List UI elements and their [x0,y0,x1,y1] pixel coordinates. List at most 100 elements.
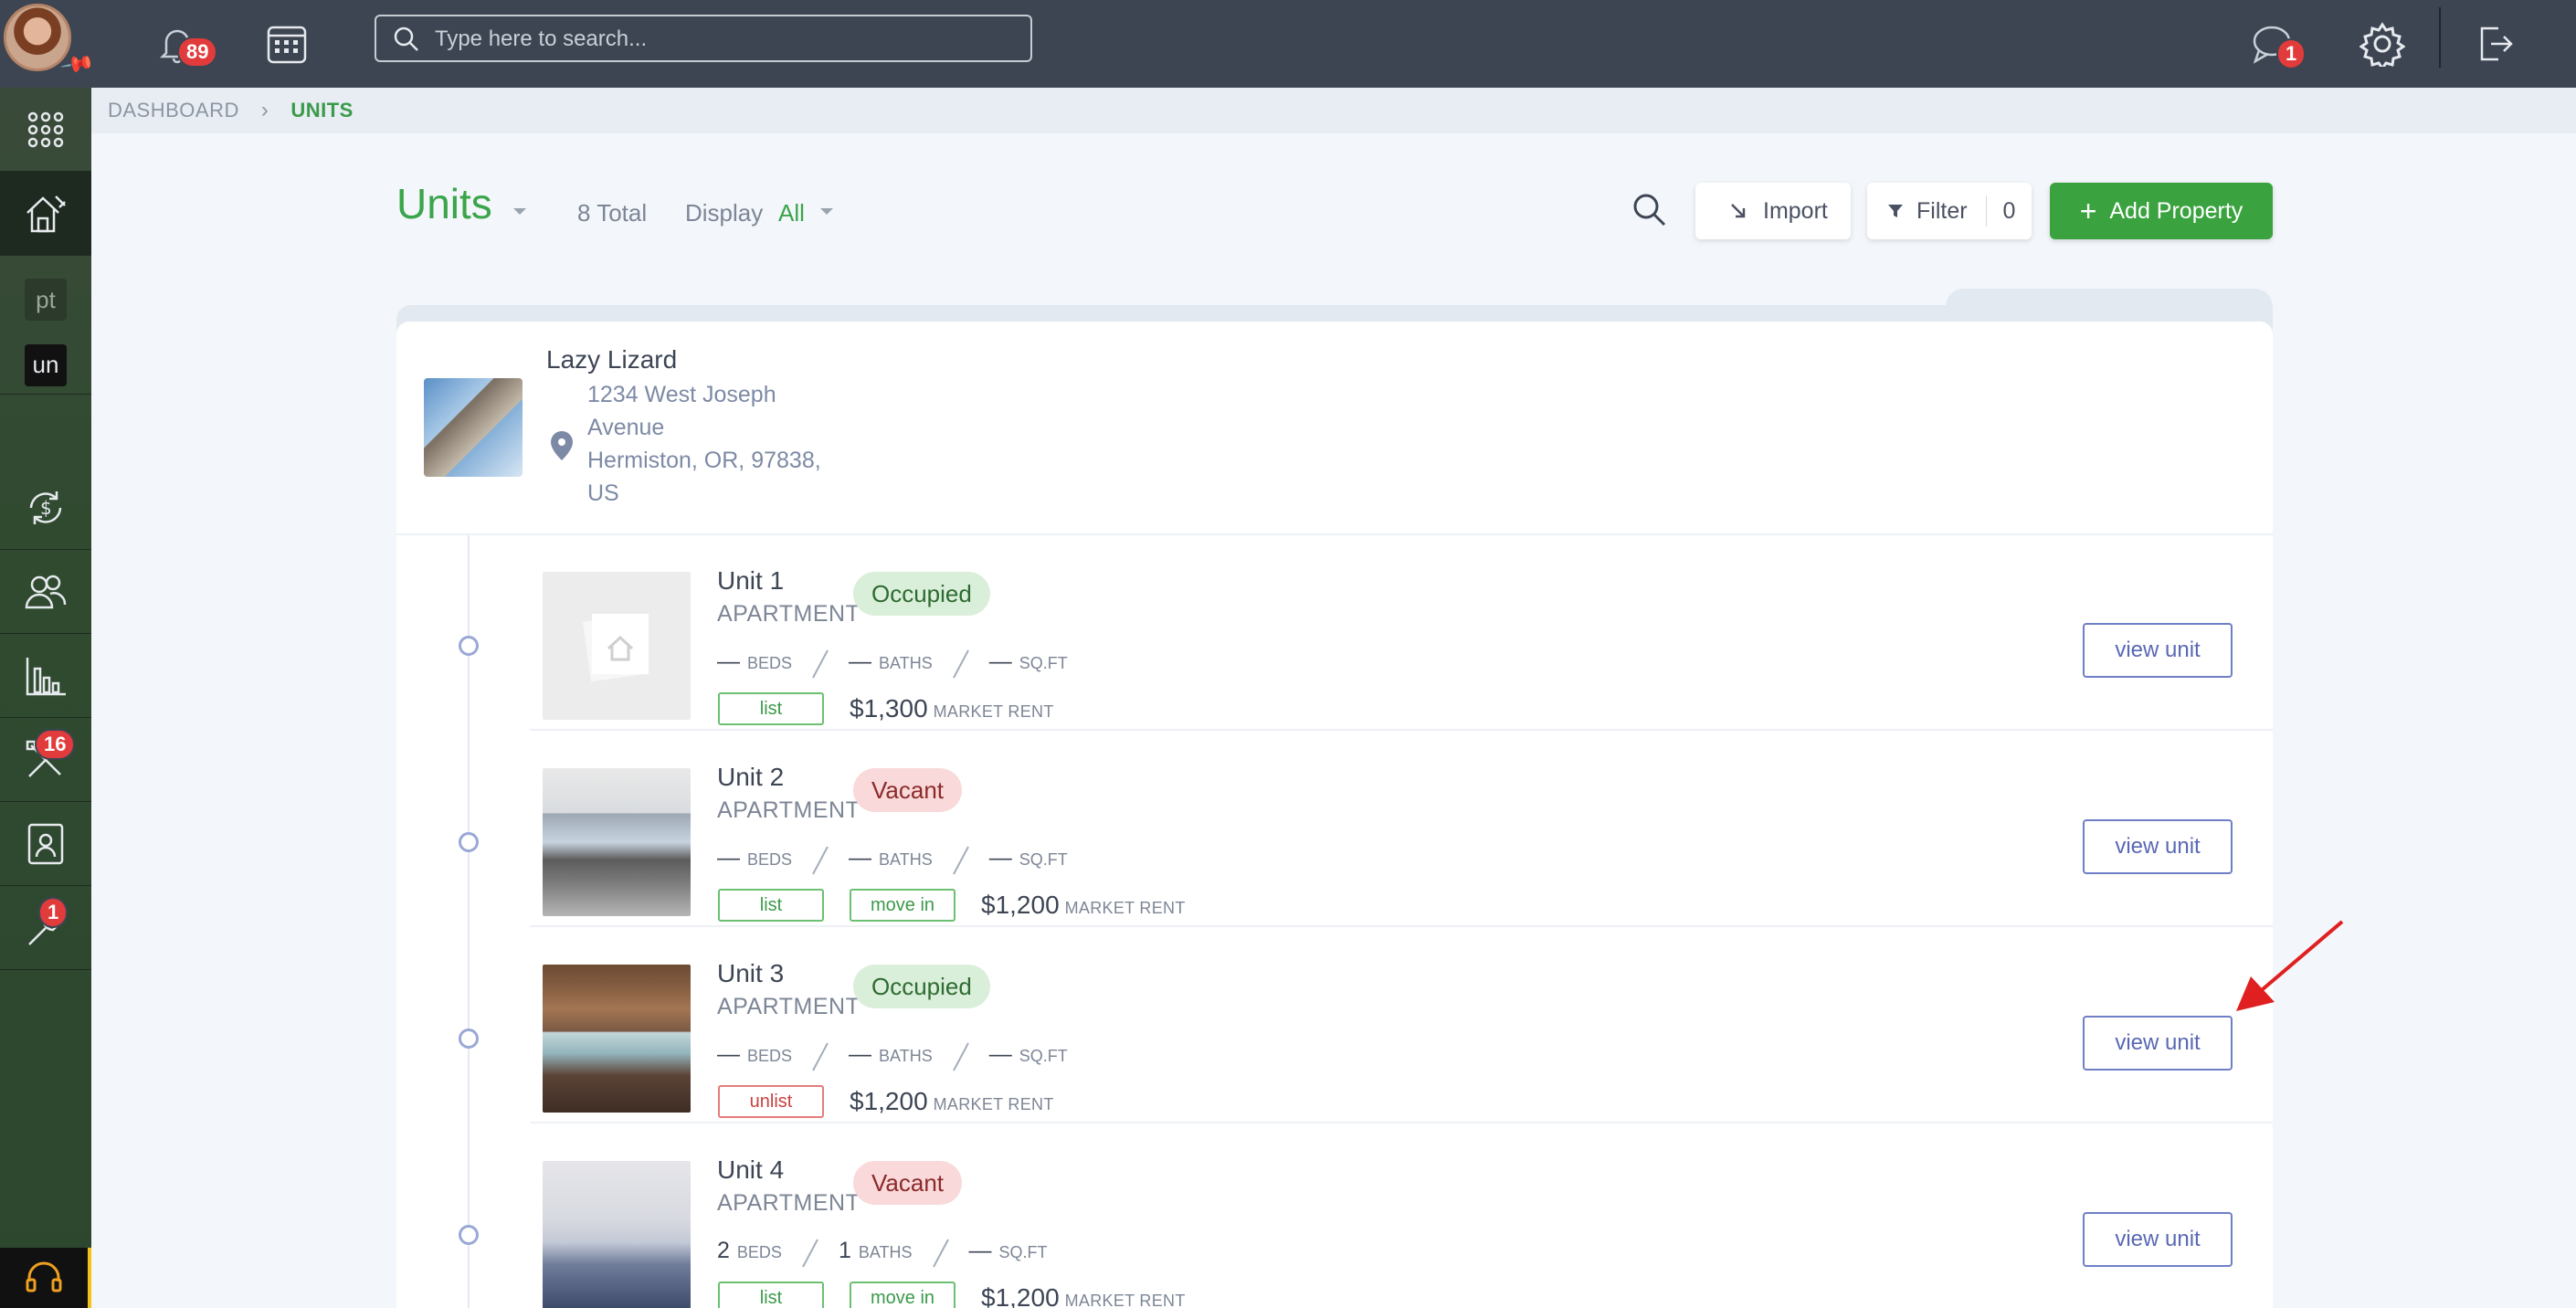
sqft-label: SQ.FT [1019,1047,1068,1065]
import-button[interactable]: Import [1695,183,1851,239]
property-image[interactable] [424,378,523,477]
sqft-value: — [988,1041,1012,1067]
import-arrow-icon [1731,204,1746,218]
sidebar: pt un $ 16 1 [0,88,91,1308]
sqft-value: — [968,1238,992,1263]
breadcrumb-units: UNITS [290,99,354,121]
search-input[interactable] [435,24,1001,55]
timeline-dot [459,1028,479,1049]
baths-label: BATHS [879,654,933,672]
sidebar-item-tools[interactable]: 1 [0,886,91,970]
add-property-button[interactable]: + Add Property [2050,183,2273,239]
sidebar-item-payments[interactable]: $ [0,466,91,550]
display-dropdown[interactable]: All [778,199,805,227]
display-label: Display [685,199,764,227]
search-box[interactable] [375,15,1032,62]
messages-button[interactable]: 1 [2245,16,2307,71]
list-button[interactable]: list [718,1282,824,1308]
rent-value: $1,200 [981,891,1060,919]
unit-image[interactable] [543,1161,691,1308]
unit-image[interactable] [543,768,691,916]
sidebar-item-un[interactable]: un [0,336,91,395]
tools-badge: 1 [38,897,69,928]
sidebar-item-people[interactable] [0,550,91,634]
list-button[interactable]: list [718,889,824,922]
rent-value: $1,200 [850,1087,928,1115]
beds-value: — [717,1041,740,1067]
address-line: Hermiston, OR, 97838, [587,448,821,473]
view-unit-button[interactable]: view unit [2083,819,2233,874]
sidebar-item-maintenance[interactable]: 16 [0,718,91,802]
spec-separator [952,1042,969,1071]
search-icon[interactable] [1631,192,1668,228]
market-rent: $1,300 MARKET RENT [850,694,1054,723]
unit-image[interactable] [543,965,691,1113]
sidebar-item-reports[interactable] [0,634,91,718]
unit-specs: — BEDS — BATHS — SQ.FT [717,1041,1068,1072]
market-rent: $1,200 MARKET RENT [981,1283,1186,1308]
settings-button[interactable] [2355,16,2410,71]
sidebar-item-documents[interactable] [0,802,91,886]
baths-label: BATHS [879,850,933,869]
user-photo [4,4,71,71]
beds-value: — [717,649,740,674]
timeline-dot [459,1225,479,1245]
spec-separator [932,1239,949,1268]
move-in-button[interactable]: move in [850,1282,955,1308]
logout-icon [2480,26,2513,61]
sqft-label: SQ.FT [998,1243,1048,1261]
filter-button[interactable]: Filter 0 [1867,183,2032,239]
support-button[interactable] [0,1248,91,1308]
unit-type: APARTMENT [717,797,860,823]
notifications-button[interactable]: 89 [150,16,218,71]
import-label: Import [1763,197,1828,224]
messages-badge: 1 [2276,38,2307,69]
sqft-value: — [988,649,1012,674]
list-button[interactable]: list [718,692,824,725]
breadcrumb-dashboard[interactable]: DASHBOARD [108,99,239,122]
spec-separator [812,1042,829,1071]
rent-value: $1,200 [981,1283,1060,1308]
view-unit-button[interactable]: view unit [2083,1016,2233,1071]
logout-button[interactable] [2466,16,2521,71]
title-caret-icon[interactable] [512,206,528,217]
sidebar-item-properties[interactable] [0,172,91,256]
calendar-button[interactable] [259,16,314,71]
sidebar-apps[interactable] [0,88,91,172]
address-line: US [587,480,619,506]
address-line: 1234 West Joseph [587,382,776,407]
breadcrumb: DASHBOARD › UNITS [91,88,2576,133]
sqft-label: SQ.FT [1019,850,1068,869]
add-property-label: Add Property [2109,197,2243,224]
unit-row: Unit 3 APARTMENT Occupied — BEDS — BATHS —… [530,928,2273,1123]
sqft-label: SQ.FT [1019,654,1068,672]
property-name[interactable]: Lazy Lizard [546,345,677,374]
sidebar-item-pt[interactable]: pt [0,270,91,329]
unit-name[interactable]: Unit 2 [717,763,784,792]
calendar-icon [267,26,307,64]
move-in-button[interactable]: move in [850,889,955,922]
rent-label: MARKET RENT [933,702,1054,721]
unit-name[interactable]: Unit 1 [717,566,784,596]
spec-separator [812,649,829,679]
avatar[interactable]: 📌 [0,0,96,88]
view-unit-button[interactable]: view unit [2083,1212,2233,1267]
unit-placeholder-image[interactable] [543,572,691,720]
spec-separator [952,846,969,875]
display-caret-icon[interactable] [818,206,835,217]
beds-value: 2 [717,1238,730,1263]
unit-name[interactable]: Unit 4 [717,1155,784,1185]
total-count: 8 Total [577,199,648,227]
view-unit-button[interactable]: view unit [2083,623,2233,678]
unit-type: APARTMENT [717,994,860,1019]
property-address: 1234 West Joseph Avenue Hermiston, OR, 9… [587,378,821,510]
status-badge: Occupied [853,572,990,616]
unit-row: Unit 1 APARTMENT Occupied — BEDS — BATHS —… [530,535,2273,731]
unlist-button[interactable]: unlist [718,1085,824,1118]
unit-name[interactable]: Unit 3 [717,959,784,988]
rent-value: $1,300 [850,694,928,723]
filter-label: Filter [1916,197,1968,224]
page-title[interactable]: Units [396,179,492,228]
search-icon [394,26,418,51]
status-badge: Vacant [853,768,963,812]
